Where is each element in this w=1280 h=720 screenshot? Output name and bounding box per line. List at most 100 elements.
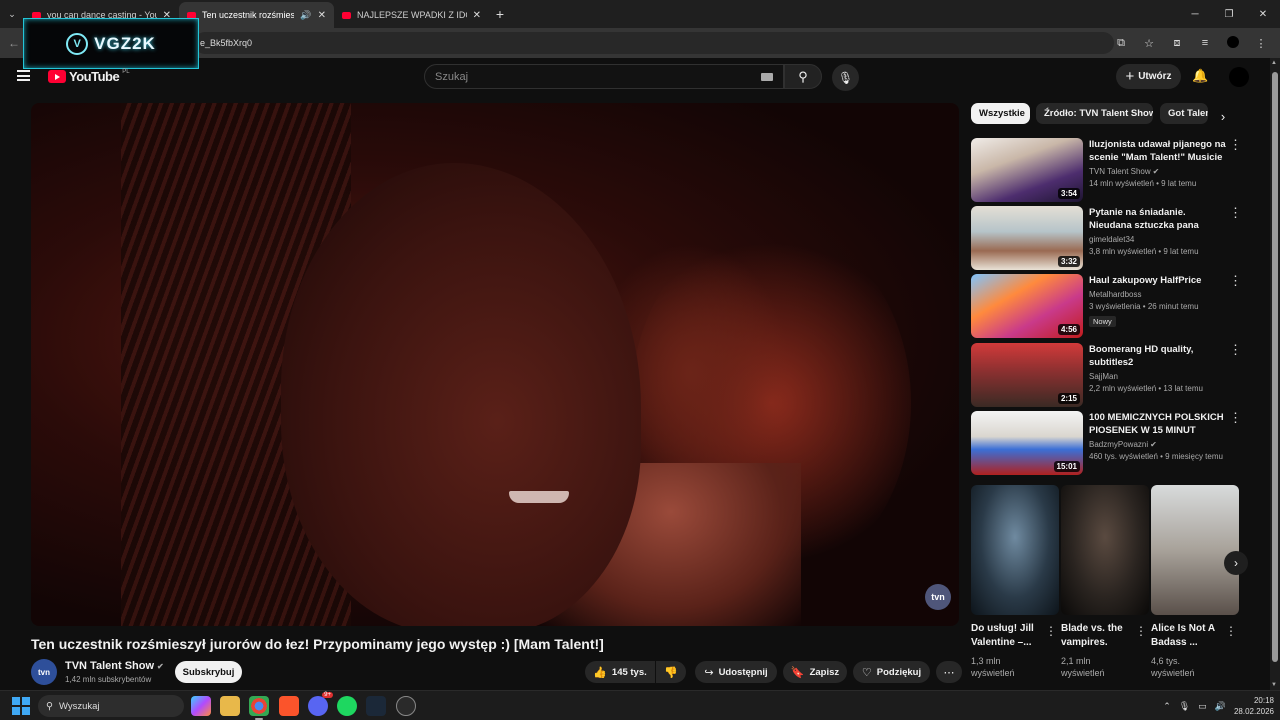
scrollbar-thumb[interactable] — [1272, 72, 1278, 662]
copilot-icon[interactable] — [191, 696, 211, 716]
more-options-icon[interactable]: ⋮ — [1229, 206, 1242, 220]
recommendation-item[interactable]: 15:01 100 MEMICZNYCH POLSKICH PIOSENEK W… — [971, 411, 1246, 475]
new-tab-button[interactable]: + — [489, 6, 511, 22]
microphone-icon[interactable]: 🎙 — [1179, 701, 1190, 712]
recommendation-title[interactable]: Pytanie na śniadanie. Nieudana sztuczka … — [1089, 206, 1229, 232]
extensions-icon[interactable]: ⧈ — [1168, 37, 1186, 50]
recommendation-channel[interactable]: Metalhardboss — [1089, 290, 1141, 299]
clock-date: 28.02.2026 — [1233, 707, 1274, 716]
short-thumbnail[interactable] — [971, 485, 1059, 615]
recommendation-title[interactable]: 100 MEMICZNYCH POLSKICH PIOSENEK W 15 MI… — [1089, 411, 1229, 437]
recommendation-title[interactable]: Haul zakupowy HalfPrice — [1089, 274, 1229, 287]
network-icon[interactable]: ▭ — [1198, 701, 1207, 712]
more-options-icon[interactable]: ⋮ — [1229, 274, 1242, 288]
profile-icon[interactable] — [1224, 35, 1242, 51]
keyboard-icon[interactable] — [761, 73, 773, 81]
minimize-icon[interactable]: ─ — [1178, 0, 1212, 28]
channel-name-text[interactable]: TVN Talent Show — [65, 660, 154, 672]
close-window-icon[interactable]: ✕ — [1246, 0, 1280, 28]
volume-icon[interactable]: 🔊 — [1215, 701, 1226, 712]
like-button[interactable]: 👍 145 tys. — [585, 661, 655, 683]
url-field[interactable]: e_Bk5fbXrq0 — [194, 32, 1114, 54]
more-options-icon[interactable]: ⋮ — [1135, 624, 1147, 638]
more-options-icon[interactable]: ⋮ — [1229, 138, 1242, 152]
subscribe-button[interactable]: Subskrybuj — [175, 661, 242, 683]
chip-all[interactable]: Wszystkie — [971, 103, 1030, 124]
short-title[interactable]: Blade vs. the vampires. — [1061, 622, 1133, 650]
recommendation-channel[interactable]: TVN Talent Show — [1089, 167, 1151, 176]
browser-tab-2[interactable]: Ten uczestnik rozśmieszył jurorów 🔊 ✕ — [179, 2, 334, 28]
dislike-button[interactable]: 👎 — [656, 661, 686, 683]
video-thumbnail[interactable]: 4:56 — [971, 274, 1083, 338]
menu-hamburger-icon[interactable] — [17, 70, 30, 81]
search-input[interactable]: Szukaj — [424, 64, 784, 89]
recommendation-item[interactable]: 3:54 Iluzjonista udawał pijanego na scen… — [971, 138, 1246, 202]
recommendation-channel[interactable]: BadzmyPowazni — [1089, 440, 1148, 449]
recommendation-title[interactable]: Boomerang HD quality, subtitles2 — [1089, 343, 1229, 369]
short-item[interactable]: Do usług! Jill Valentine –... 1,3 mln wy… — [971, 485, 1059, 679]
video-player[interactable]: tvn — [31, 103, 959, 626]
spotify-icon[interactable] — [337, 696, 357, 716]
bookmark-star-icon[interactable]: ☆ — [1140, 37, 1158, 50]
page-scrollbar[interactable]: ▲ ▼ — [1270, 58, 1280, 690]
youtube-logo[interactable]: YouTube PL — [48, 69, 130, 84]
browser-tab-3[interactable]: NAJLEPSZE WPADKI Z IDOLA 2 ✕ — [334, 2, 489, 28]
restore-icon[interactable]: ❐ — [1212, 0, 1246, 28]
chip-got-talent[interactable]: Got Talent — [1160, 103, 1208, 124]
short-item[interactable]: Alice Is Not A Badass ... 4,6 tys. wyświ… — [1151, 485, 1239, 679]
install-app-icon[interactable]: ⧉ — [1112, 37, 1130, 50]
recommendation-channel[interactable]: SajjMan — [1089, 372, 1118, 381]
file-explorer-icon[interactable] — [220, 696, 240, 716]
more-options-icon[interactable]: ⋮ — [1225, 624, 1237, 638]
recommendation-item[interactable]: 4:56 Haul zakupowy HalfPrice Metalhardbo… — [971, 274, 1246, 338]
recommendation-channel[interactable]: gimeldalet34 — [1089, 235, 1134, 244]
browser-menu-icon[interactable]: ⋮ — [1252, 37, 1270, 50]
close-tab-icon[interactable]: ✕ — [473, 10, 481, 21]
chevron-right-icon[interactable]: › — [1213, 106, 1233, 126]
search-icon: ⚲ — [46, 700, 53, 712]
short-title[interactable]: Alice Is Not A Badass ... — [1151, 622, 1223, 650]
save-button[interactable]: 🔖 Zapisz — [783, 661, 847, 683]
video-thumbnail[interactable]: 3:54 — [971, 138, 1083, 202]
short-thumbnail[interactable] — [1061, 485, 1149, 615]
video-thumbnail[interactable]: 15:01 — [971, 411, 1083, 475]
media-controls-icon[interactable]: ≡ — [1196, 37, 1214, 49]
scroll-up-icon[interactable]: ▲ — [1271, 60, 1277, 66]
speaker-icon[interactable]: 🔊 — [300, 10, 311, 21]
short-item[interactable]: Blade vs. the vampires. 2,1 mln wyświetl… — [1061, 485, 1149, 679]
scroll-down-icon[interactable]: ▼ — [1271, 682, 1277, 688]
recommendation-item[interactable]: 3:32 Pytanie na śniadanie. Nieudana sztu… — [971, 206, 1246, 270]
short-title[interactable]: Do usług! Jill Valentine –... — [971, 622, 1043, 650]
app-icon[interactable] — [396, 696, 416, 716]
voice-search-button[interactable]: 🎙 — [832, 64, 859, 91]
chip-source-channel[interactable]: Źródło: TVN Talent Show — [1036, 103, 1153, 124]
more-options-icon[interactable]: ⋮ — [1229, 343, 1242, 357]
shorts-next-arrow-icon[interactable]: › — [1224, 551, 1248, 575]
account-avatar[interactable] — [1229, 67, 1249, 87]
search-button[interactable]: ⚲ — [784, 64, 822, 89]
notifications-bell-icon[interactable]: 🔔 — [1192, 68, 1208, 84]
more-actions-button[interactable]: ⋯ — [936, 661, 962, 683]
chrome-icon[interactable] — [249, 696, 269, 720]
thanks-button[interactable]: ♡ Podziękuj — [853, 661, 930, 683]
more-options-icon[interactable]: ⋮ — [1229, 411, 1242, 425]
brave-icon[interactable] — [279, 696, 299, 716]
share-button[interactable]: ↪ Udostępnij — [695, 661, 777, 683]
recommendation-item[interactable]: 2:15 Boomerang HD quality, subtitles2 Sa… — [971, 343, 1246, 407]
tray-chevron-icon[interactable]: ⌃ — [1163, 701, 1171, 712]
recommendation-title[interactable]: Iluzjonista udawał pijanego na scenie "M… — [1089, 138, 1229, 164]
windows-start-icon[interactable] — [12, 697, 30, 715]
taskbar-search[interactable]: ⚲ Wyszukaj — [38, 695, 184, 717]
discord-icon[interactable]: 9+ — [308, 692, 333, 716]
close-tab-icon[interactable]: ✕ — [318, 10, 326, 21]
more-options-icon[interactable]: ⋮ — [1045, 624, 1057, 638]
steam-icon[interactable] — [366, 696, 386, 716]
video-thumbnail[interactable]: 3:32 — [971, 206, 1083, 270]
short-thumbnail[interactable] — [1151, 485, 1239, 615]
channel-name[interactable]: TVN Talent Show ✔ — [65, 660, 164, 672]
clock[interactable]: 20:18 28.02.2026 — [1234, 695, 1274, 717]
channel-avatar[interactable]: tvn — [31, 659, 57, 685]
create-button[interactable]: + Utwórz — [1116, 64, 1181, 89]
tab-search-icon[interactable]: ⌄ — [0, 0, 24, 28]
video-thumbnail[interactable]: 2:15 — [971, 343, 1083, 407]
